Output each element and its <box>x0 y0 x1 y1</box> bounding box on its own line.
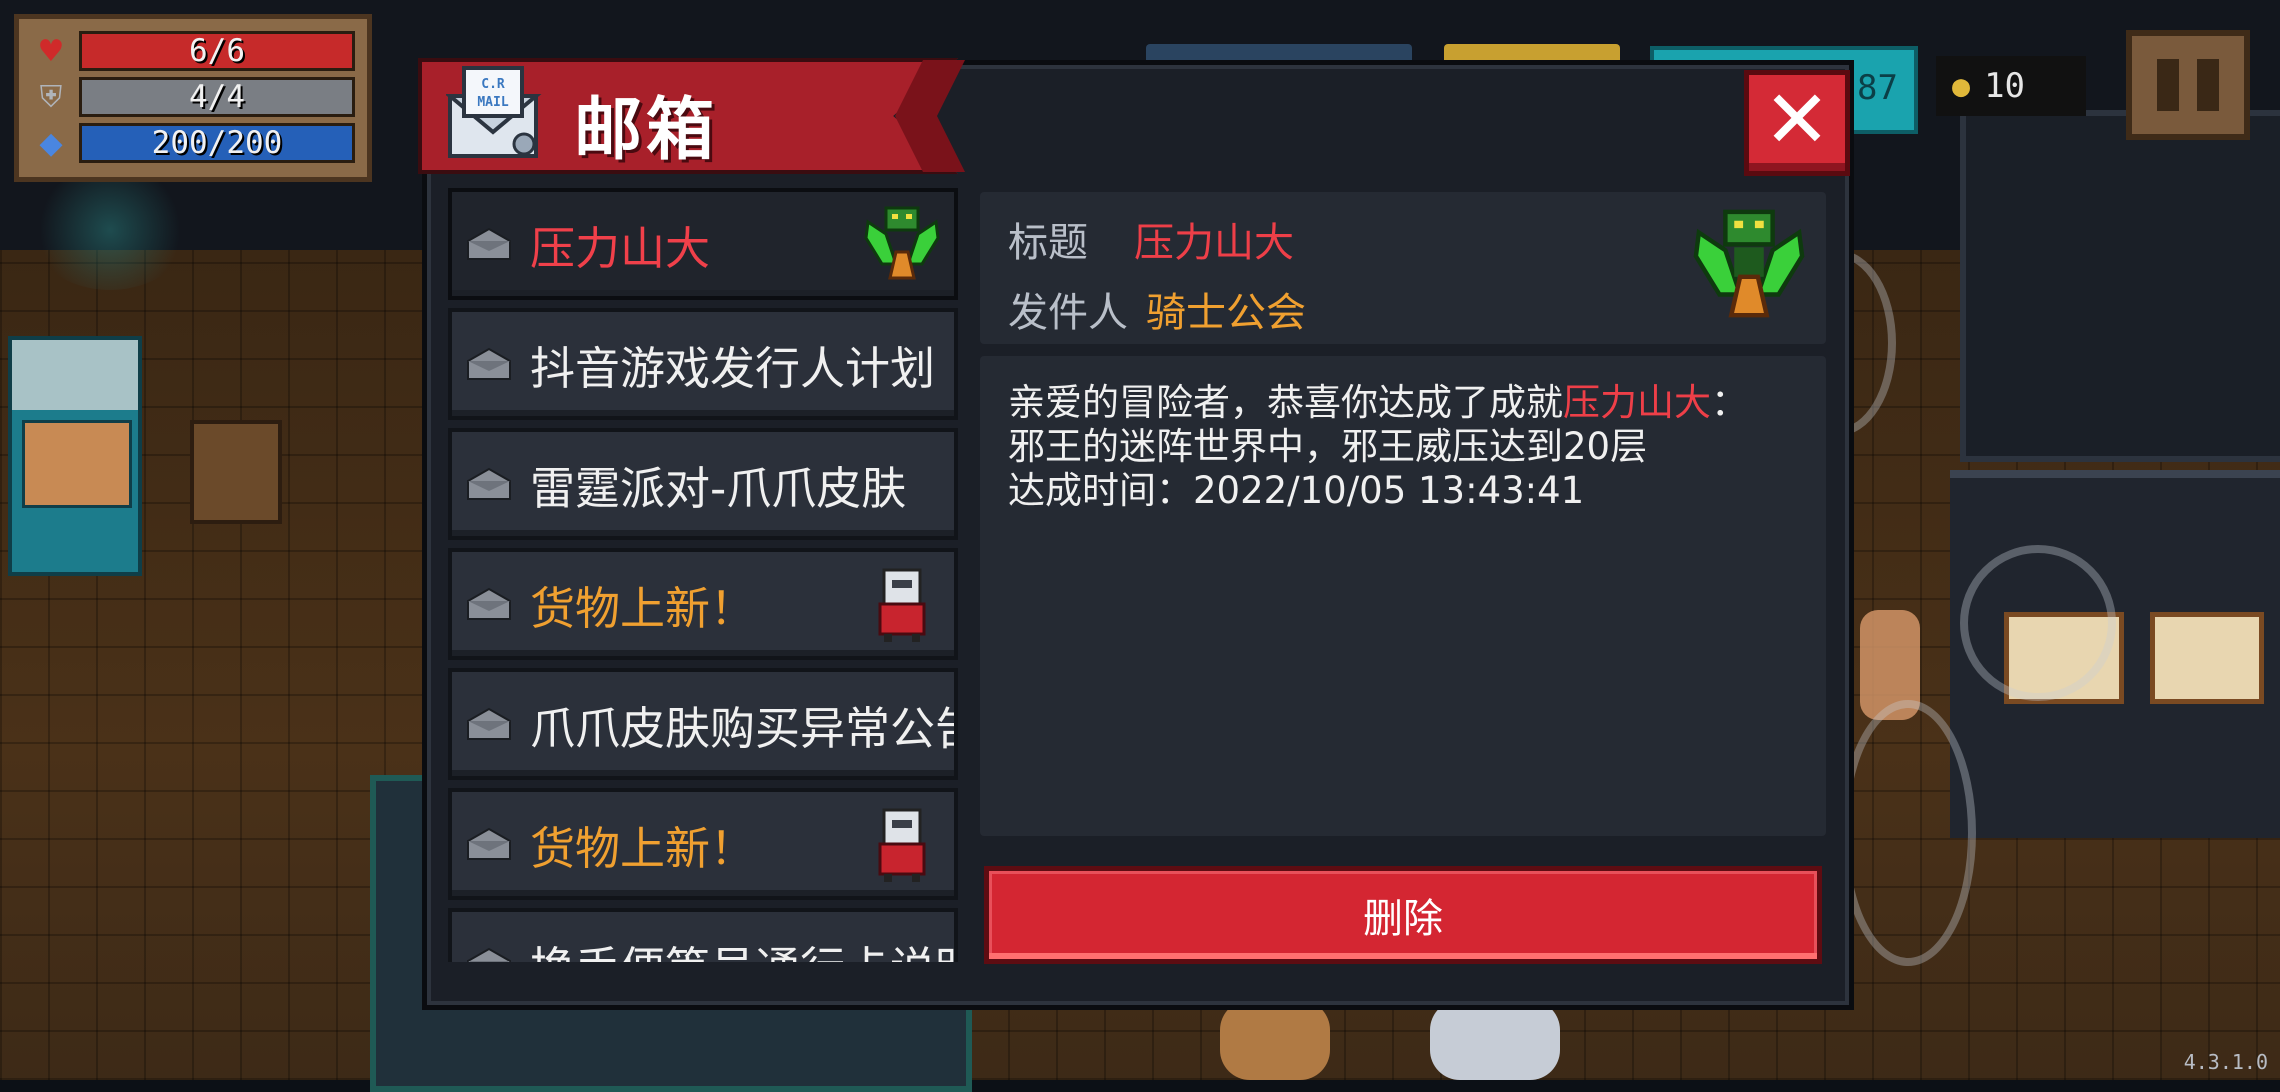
vending-machine <box>8 336 142 576</box>
body-line-3: 达成时间：2022/10/05 13:43:41 <box>1008 469 1585 512</box>
pause-icon <box>2157 59 2179 111</box>
mail-item-label: 雷霆派对-爪爪皮肤 <box>530 461 907 515</box>
detail-title-key: 标题 <box>1008 220 1088 266</box>
mail-list[interactable]: 压力山大抖音游戏发行人计划 雷霆派对-爪爪皮肤 货物上新！ 爪爪皮肤购买异常公告 货物上… <box>448 188 958 962</box>
treasure-chest <box>190 420 282 524</box>
mail-item-label: 货物上新！ <box>530 581 756 635</box>
background-object <box>1430 1000 1560 1080</box>
mail-item-label: 货物上新！ <box>530 821 756 875</box>
close-icon: ✕ <box>1763 73 1831 166</box>
mail-list-item[interactable]: 爪爪皮肤购买异常公告 <box>448 668 958 780</box>
svg-text:C.R: C.R <box>481 77 505 92</box>
body-line-1-suffix: ： <box>1711 381 1748 424</box>
envelope-icon <box>467 827 511 860</box>
energy-row: ◆ 200/200 <box>31 123 355 163</box>
green-boss-icon <box>864 206 940 280</box>
mail-item-label: 抖音游戏发行人计划 <box>530 341 936 395</box>
pause-button[interactable] <box>2126 30 2250 140</box>
coin-counter: ● 10 <box>1936 56 2086 116</box>
hp-bar: 6/6 <box>79 31 355 71</box>
envelope-icon <box>467 467 511 500</box>
green-boss-icon <box>1693 209 1805 318</box>
weapon-swap-ring <box>1960 545 2116 701</box>
mail-list-item[interactable]: 换手便等号通行卡说明 <box>448 908 958 962</box>
envelope-icon <box>467 707 511 740</box>
skill-ring <box>1840 700 1976 966</box>
coin-icon: ● <box>1952 68 1971 104</box>
mail-item-label: 爪爪皮肤购买异常公告 <box>530 701 954 755</box>
merchant-icon <box>878 808 926 882</box>
detail-sender-value: 骑士公会 <box>1146 290 1306 336</box>
pause-icon-bar <box>2197 59 2219 111</box>
background-room-right <box>1960 110 2280 462</box>
heart-icon: ♥ <box>37 33 65 69</box>
mail-list-item[interactable]: 压力山大 <box>448 188 958 300</box>
shield-row: ⛨ 4/4 <box>31 77 355 117</box>
detail-sender-row: 发件人 骑士公会 <box>1008 280 1306 338</box>
envelope-icon <box>467 587 511 620</box>
merchant-icon <box>878 568 926 642</box>
detail-title-value: 压力山大 <box>1134 220 1294 266</box>
envelope-icon <box>467 347 511 380</box>
envelope-icon <box>467 947 511 962</box>
version-label: 4.3.1.0 <box>2183 1050 2268 1074</box>
coin-count: 10 <box>1984 66 2026 106</box>
notice-board <box>2150 612 2264 704</box>
background-glow <box>30 170 190 290</box>
mail-icon: C.R MAIL <box>446 66 542 158</box>
energy-diamond-icon: ◆ <box>39 125 63 161</box>
mail-list-item[interactable]: 抖音游戏发行人计划 <box>448 308 958 420</box>
envelope-icon <box>467 227 511 260</box>
shield-bar: 4/4 <box>79 77 355 117</box>
mail-list-item[interactable]: 货物上新！ <box>448 788 958 900</box>
detail-title-row: 标题 压力山大 <box>1008 210 1294 268</box>
mail-item-label: 换手便等号通行卡说明 <box>530 932 954 963</box>
energy-bar: 200/200 <box>79 123 355 163</box>
svg-text:MAIL: MAIL <box>477 95 508 110</box>
mail-list-item[interactable]: 雷霆派对-爪爪皮肤 <box>448 428 958 540</box>
delete-button[interactable]: 删除 <box>984 866 1822 964</box>
mail-item-label: 压力山大 <box>530 221 711 275</box>
hp-row: ♥ 6/6 <box>31 31 355 71</box>
detail-sender-key: 发件人 <box>1008 290 1128 336</box>
shield-icon: ⛨ <box>39 79 63 115</box>
mail-list-item[interactable]: 货物上新！ <box>448 548 958 660</box>
background-object <box>1220 1000 1330 1080</box>
player-stats-panel: ♥ 6/6 ⛨ 4/4 ◆ 200/200 <box>14 14 372 182</box>
close-button[interactable]: ✕ <box>1744 70 1850 176</box>
mailbox-title: 邮箱 <box>574 91 719 170</box>
